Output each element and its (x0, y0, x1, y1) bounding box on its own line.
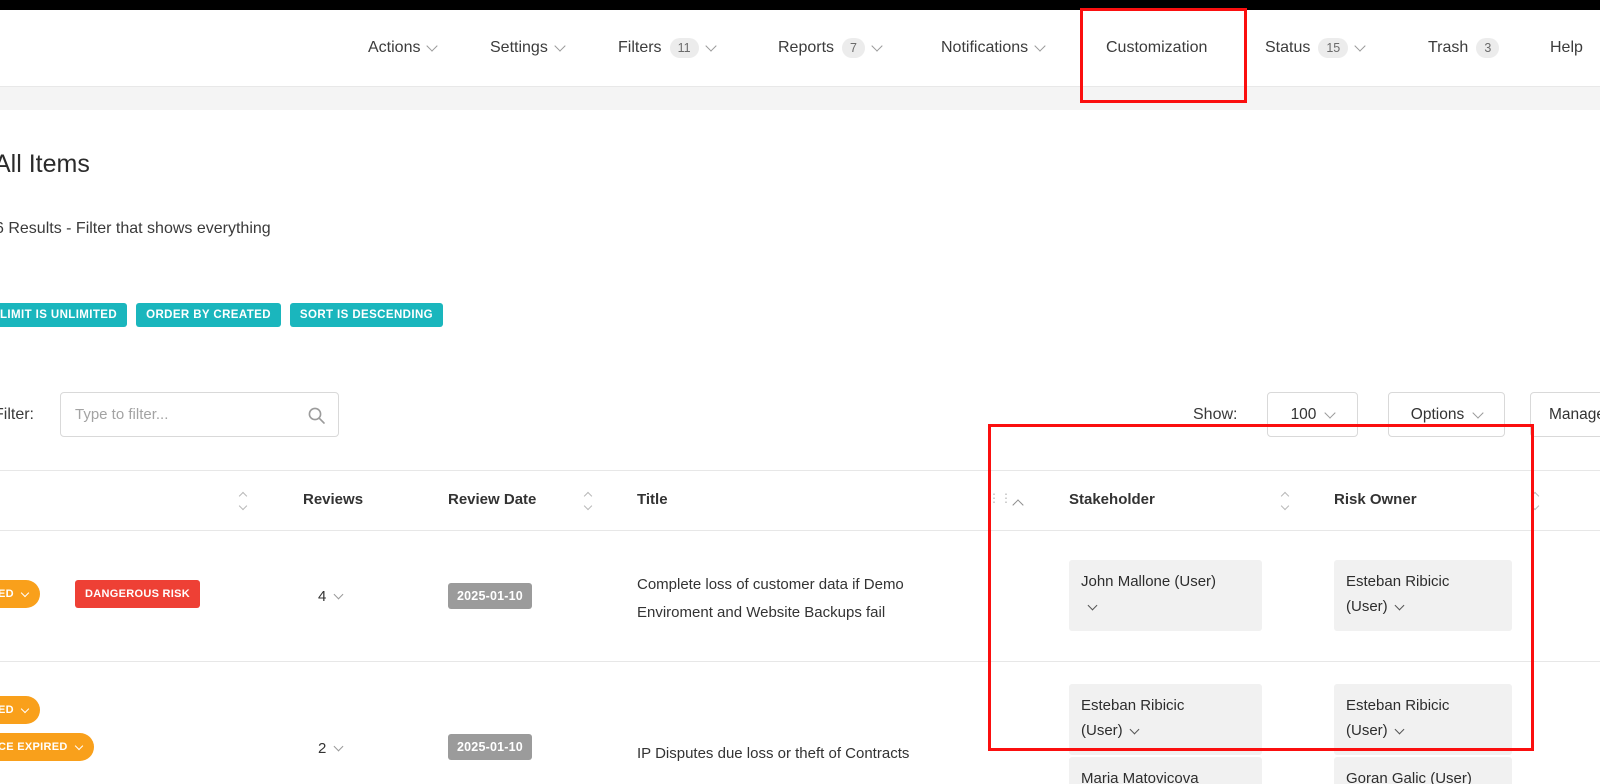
filter-label: Filter: (0, 406, 34, 423)
page-size-value: 100 (1290, 405, 1317, 423)
row-status-badge[interactable]: ED (0, 580, 40, 608)
stakeholder-select[interactable]: John Mallone (User) (1069, 560, 1262, 631)
nav-filters-label: Filters (618, 39, 662, 56)
nav-settings-label: Settings (490, 39, 548, 56)
review-date-badge: 2025-01-10 (448, 583, 532, 609)
stakeholder-select-2[interactable]: Maria Matovicova (1069, 757, 1262, 784)
drag-handle-icon[interactable]: ⋮⋮ (988, 492, 1012, 504)
sort-icon[interactable] (1530, 491, 1540, 511)
nav-reports-label: Reports (778, 39, 835, 56)
nav-trash[interactable]: Trash 3 (1428, 38, 1500, 58)
nav-help[interactable]: Help (1550, 39, 1583, 57)
chevron-down-icon (333, 589, 344, 600)
manage-button[interactable]: Manage (1530, 392, 1600, 437)
reviews-dropdown[interactable]: 4 (318, 588, 344, 605)
review-date-badge: 2025-01-10 (448, 734, 532, 760)
risk-owner-select-2[interactable]: Goran Galic (User) (1334, 757, 1512, 784)
stakeholder-name: Maria Matovicova (1081, 770, 1199, 784)
nav-actions[interactable]: Actions (368, 39, 439, 57)
risk-owner-name: Esteban Ribicic (1346, 697, 1450, 714)
risk-owner-select[interactable]: Esteban Ribicic (User) (1334, 684, 1512, 755)
row-title: IP Disputes due loss or theft of Contrac… (637, 745, 910, 762)
filter-chip-order[interactable]: ORDER BY CREATED (136, 303, 281, 327)
chevron-down-icon (426, 40, 439, 52)
chevron-down-icon (704, 40, 717, 52)
filter-input-box (60, 392, 339, 437)
chevron-down-icon (74, 741, 83, 751)
column-header-risk-owner[interactable]: Risk Owner (1334, 491, 1417, 508)
show-label: Show: (1193, 406, 1238, 423)
row-status-badge-2[interactable]: CE EXPIRED (0, 733, 94, 761)
nav-help-label: Help (1550, 39, 1583, 56)
row-separator (0, 661, 1600, 662)
nav-notifications-label: Notifications (941, 39, 1029, 56)
stakeholder-name: John Mallone (User) (1081, 573, 1217, 590)
sort-icon[interactable] (238, 491, 248, 511)
sort-icon[interactable] (1280, 491, 1290, 511)
status-count-badge: 15 (1318, 38, 1349, 58)
page-size-select[interactable]: 100 (1267, 392, 1358, 437)
chevron-down-icon (1394, 724, 1405, 734)
chevron-down-icon (554, 40, 566, 52)
nav-status[interactable]: Status 15 (1265, 38, 1366, 58)
reviews-count: 2 (318, 740, 327, 757)
filter-chip-sort[interactable]: SORT IS DESCENDING (289, 303, 443, 327)
risk-owner-name: Esteban Ribicic (1346, 573, 1450, 590)
table-header-border (0, 530, 1600, 531)
table-top-border (0, 470, 1600, 471)
chevron-down-icon (333, 741, 344, 752)
results-summary: 6 Results - Filter that shows everything (0, 220, 271, 237)
chevron-down-icon (1354, 40, 1366, 52)
chevron-down-icon (1394, 600, 1405, 610)
filters-count-badge: 11 (669, 38, 699, 58)
app-root: Actions Settings Filters 11 Reports 7 No… (0, 0, 1600, 784)
nav-trash-label: Trash (1428, 39, 1469, 56)
options-label: Options (1410, 405, 1465, 423)
nav-customization-label: Customization (1106, 39, 1208, 56)
header-separator-band (0, 87, 1600, 110)
row-title: Complete loss of customer data if Demo E… (637, 576, 904, 621)
reports-count-badge: 7 (842, 38, 865, 58)
nav-status-label: Status (1265, 39, 1311, 56)
chevron-down-icon (1472, 406, 1484, 419)
chevron-down-icon (871, 40, 883, 52)
search-icon (307, 406, 326, 430)
window-top-bar (0, 0, 1600, 10)
active-filter-chips: LIMIT IS UNLIMITED ORDER BY CREATED SORT… (0, 303, 443, 327)
nav-settings[interactable]: Settings (490, 39, 566, 57)
risk-owner-select[interactable]: Esteban Ribicic (User) (1334, 560, 1512, 631)
stakeholder-select[interactable]: Esteban Ribicic (User) (1069, 684, 1262, 755)
reviews-dropdown[interactable]: 2 (318, 740, 344, 757)
chevron-down-icon (1324, 406, 1337, 419)
risk-owner-name: Goran Galic (User) (1346, 770, 1472, 784)
nav-notifications[interactable]: Notifications (941, 39, 1046, 57)
column-header-title[interactable]: Title (637, 491, 668, 508)
chevron-down-icon (20, 588, 30, 598)
filter-chip-limit[interactable]: LIMIT IS UNLIMITED (0, 303, 128, 327)
page-title: All Items (0, 150, 90, 178)
top-navigation: Actions Settings Filters 11 Reports 7 No… (0, 10, 1600, 87)
nav-filters[interactable]: Filters 11 (618, 38, 717, 58)
column-header-stakeholder[interactable]: Stakeholder (1069, 491, 1155, 508)
stakeholder-name: Esteban Ribicic (1081, 697, 1185, 714)
filter-input[interactable] (61, 393, 305, 436)
manage-label: Manage (1549, 405, 1600, 423)
trash-count-badge: 3 (1476, 38, 1500, 58)
nav-reports[interactable]: Reports 7 (778, 38, 883, 58)
chevron-down-icon (20, 704, 30, 714)
row-status-badge[interactable]: ED (0, 696, 40, 724)
column-header-review-date[interactable]: Review Date (448, 491, 536, 508)
chevron-down-icon (1087, 600, 1098, 610)
sort-asc-icon[interactable] (1012, 499, 1024, 511)
nav-customization[interactable]: Customization (1106, 39, 1207, 57)
reviews-count: 4 (318, 588, 327, 605)
chevron-down-icon (1034, 40, 1046, 52)
options-button[interactable]: Options (1388, 392, 1505, 437)
sort-icon[interactable] (583, 491, 593, 511)
column-header-reviews[interactable]: Reviews (303, 491, 363, 508)
nav-actions-label: Actions (368, 39, 421, 56)
row-risk-badge: DANGEROUS RISK (75, 580, 201, 608)
chevron-down-icon (1129, 724, 1140, 734)
